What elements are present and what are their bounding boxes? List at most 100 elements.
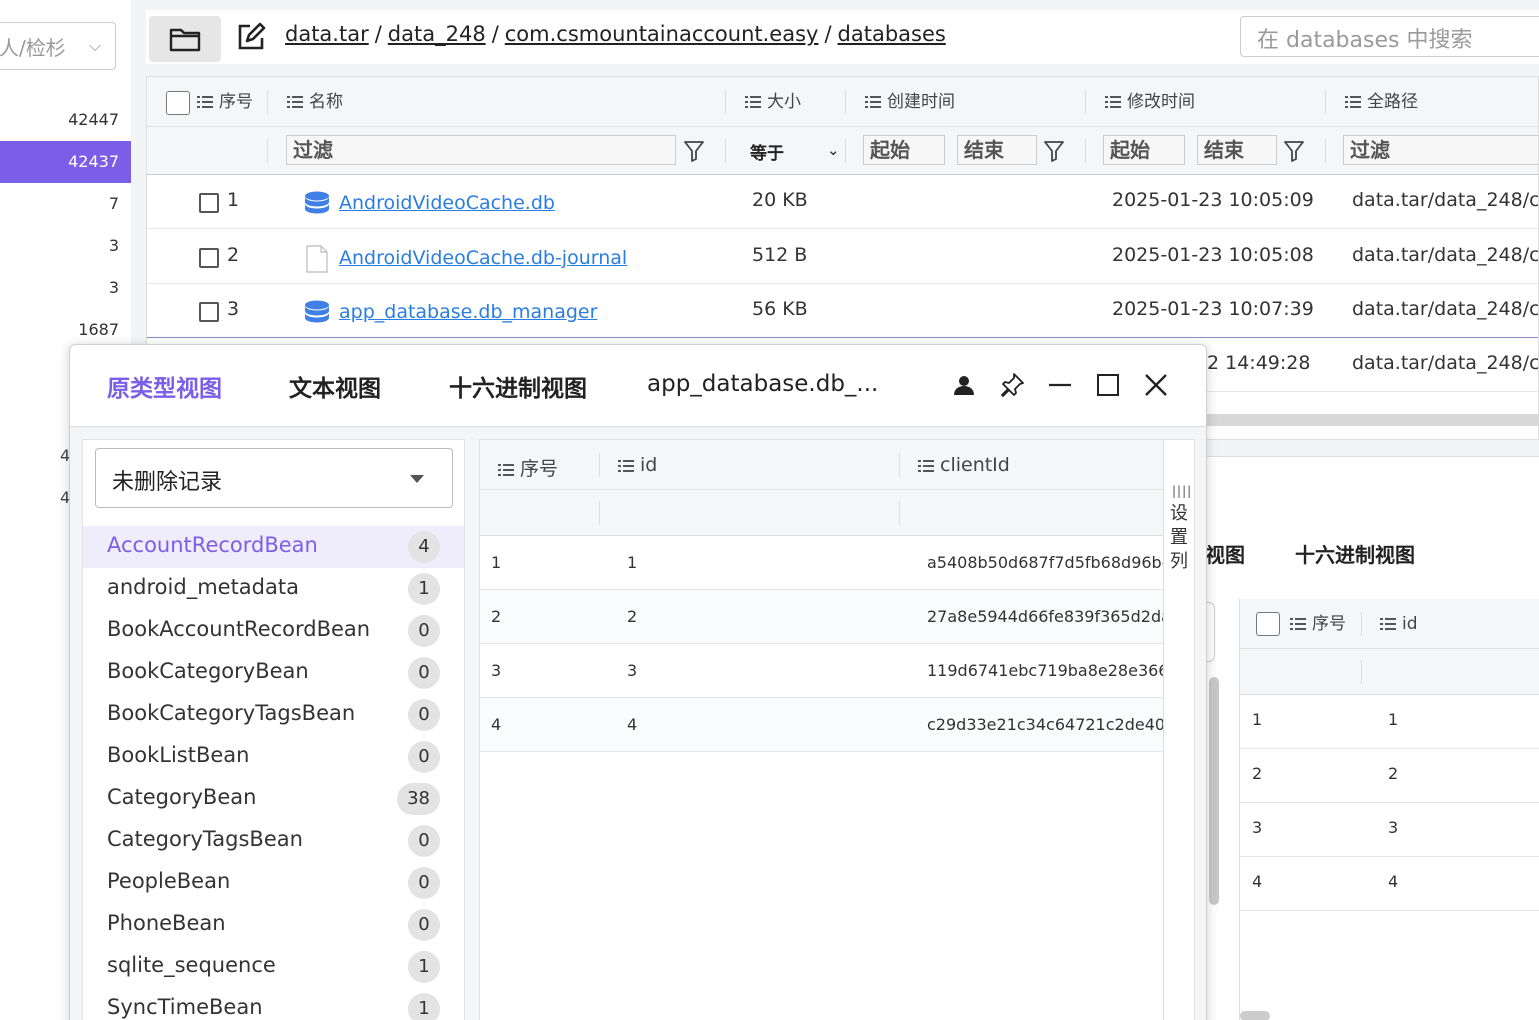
table-list-item[interactable]: CategoryTagsBean 0 (83, 820, 464, 862)
name-filter-input[interactable]: 过滤 (286, 135, 676, 165)
column-header-id[interactable]: id (618, 454, 657, 476)
table-list-item[interactable]: BookCategoryBean 0 (83, 652, 464, 694)
column-divider[interactable] (599, 453, 600, 477)
row-checkbox[interactable] (199, 246, 219, 268)
left-search-combo[interactable]: 人/检杉 ⌵ (0, 22, 116, 70)
table-name: sqlite_sequence (107, 953, 276, 977)
breadcrumb-item[interactable]: data_248 (388, 22, 486, 46)
column-header-created[interactable]: 创建时间 (865, 77, 955, 127)
row-index: 2 (227, 244, 240, 266)
column-header-index[interactable]: 序号 (1290, 599, 1346, 649)
select-all-checkbox[interactable] (166, 91, 190, 115)
column-settings-button[interactable]: |||| 设置列 (1163, 440, 1194, 1020)
table-list-item[interactable]: BookListBean 0 (83, 736, 464, 778)
list-icon (1345, 96, 1361, 108)
column-divider[interactable] (725, 90, 726, 114)
list-icon (618, 460, 634, 472)
column-header-index[interactable]: 序号 (498, 454, 558, 481)
search-input[interactable]: 在 databases 中搜索 (1240, 16, 1539, 57)
column-divider[interactable] (1361, 612, 1362, 636)
table-list-item[interactable]: CategoryBean 38 (83, 778, 464, 820)
table-list-item[interactable]: PhoneBean 0 (83, 904, 464, 946)
record-filter-dropdown[interactable]: 未删除记录 (95, 448, 453, 508)
table-list-item[interactable]: PeopleBean 0 (83, 862, 464, 904)
table-row[interactable]: 33 (1240, 803, 1539, 857)
tab-text-view[interactable]: 文本视图 (289, 369, 381, 403)
select-all-checkbox[interactable] (1256, 612, 1280, 636)
table-row-selected[interactable]: 3 app_database.db_manager 56 KB 2025-01-… (147, 284, 1538, 338)
user-icon[interactable] (950, 371, 978, 399)
pin-icon[interactable] (998, 371, 1026, 399)
breadcrumb-item[interactable]: com.csmountainaccount.easy (505, 22, 819, 46)
dropdown-selected-value: 未删除记录 (112, 470, 223, 495)
tab-hex-view[interactable]: 十六进制视图 (1295, 539, 1415, 568)
left-count-item-active[interactable]: 42437 (0, 141, 131, 183)
table-list-item[interactable]: sqlite_sequence 1 (83, 946, 464, 988)
file-name-link[interactable]: app_database.db_manager (339, 301, 597, 323)
left-count-item[interactable]: 3 (0, 267, 131, 309)
table-row[interactable]: 2 AndroidVideoCache.db-journal 512 B 202… (147, 230, 1538, 284)
column-header-index[interactable]: 序号 (197, 77, 253, 127)
row-index: 2 (1252, 764, 1263, 783)
column-header-path[interactable]: 全路径 (1345, 77, 1418, 127)
table-row[interactable]: 3 3 119d6741ebc719ba8e28e366 (480, 644, 1163, 698)
column-header-label: 序号 (219, 92, 253, 112)
row-client-id: a5408b50d687f7d5fb68d96bc (927, 553, 1163, 572)
close-icon[interactable] (1142, 371, 1170, 399)
table-row[interactable]: 44 (1240, 857, 1539, 911)
table-list-item[interactable]: BookCategoryTagsBean 0 (83, 694, 464, 736)
column-divider[interactable] (267, 90, 268, 114)
row-checkbox[interactable] (199, 191, 219, 213)
filter-icon[interactable] (1283, 139, 1305, 163)
modified-start-input[interactable]: 起始 (1103, 135, 1185, 165)
row-checkbox[interactable] (199, 300, 219, 322)
table-list-item[interactable]: BookAccountRecordBean 0 (83, 610, 464, 652)
table-list-item[interactable]: SyncTimeBean 1 (83, 988, 464, 1020)
table-row[interactable]: 1 AndroidVideoCache.db 20 KB 2025-01-23 … (147, 175, 1538, 229)
file-name-link[interactable]: AndroidVideoCache.db-journal (339, 247, 627, 269)
table-row[interactable]: 11 (1240, 695, 1539, 749)
table-row[interactable]: 4 4 c29d33e21c34c64721c2de405 (480, 698, 1163, 752)
column-header-id[interactable]: id (1380, 599, 1418, 649)
edit-path-button[interactable] (234, 20, 268, 54)
list-icon (498, 464, 514, 476)
table-row[interactable]: 2 2 27a8e5944d66fe839f365d2da (480, 590, 1163, 644)
column-header-client-id[interactable]: clientId (918, 454, 1010, 476)
path-filter-input[interactable]: 过滤 (1343, 135, 1538, 165)
modified-end-input[interactable]: 结束 (1197, 135, 1277, 165)
column-divider[interactable] (899, 453, 900, 477)
tab-text-view-partial[interactable]: 视图 (1205, 539, 1245, 568)
breadcrumb-item[interactable]: databases (838, 22, 946, 46)
filter-icon[interactable] (1043, 139, 1065, 163)
created-end-input[interactable]: 结束 (957, 135, 1037, 165)
column-divider[interactable] (1085, 90, 1086, 114)
record-count-badge: 38 (397, 783, 440, 815)
tab-hex-view[interactable]: 十六进制视图 (449, 369, 587, 403)
tab-native-view[interactable]: 原类型视图 (107, 369, 222, 403)
table-list-item-active[interactable]: AccountRecordBean 4 (83, 526, 464, 568)
maximize-icon[interactable] (1094, 371, 1122, 399)
filter-icon[interactable] (683, 139, 705, 163)
table-list-panel: 未删除记录 AccountRecordBean 4 android_metadat… (82, 439, 465, 1020)
minimize-icon[interactable] (1046, 371, 1074, 399)
table-row[interactable]: 1 1 a5408b50d687f7d5fb68d96bc (480, 536, 1163, 590)
vertical-scrollbar[interactable] (1209, 677, 1219, 905)
left-count-item[interactable]: 42447 (0, 99, 131, 141)
column-header-modified[interactable]: 修改时间 (1105, 77, 1195, 127)
left-count-item[interactable]: 3 (0, 225, 131, 267)
file-name-link[interactable]: AndroidVideoCache.db (339, 192, 555, 214)
column-header-size[interactable]: 大小 (745, 77, 801, 127)
horizontal-scrollbar[interactable] (1240, 1011, 1270, 1020)
left-count-item[interactable]: 7 (0, 183, 131, 225)
column-divider[interactable] (845, 90, 846, 114)
table-list-item[interactable]: android_metadata 1 (83, 568, 464, 610)
breadcrumb-separator: / (374, 22, 382, 46)
open-folder-button[interactable] (149, 16, 221, 62)
table-row[interactable]: 22 (1240, 749, 1539, 803)
column-header-name[interactable]: 名称 (287, 77, 343, 127)
column-divider[interactable] (1325, 90, 1326, 114)
size-operator-select[interactable]: 等于 (750, 139, 784, 164)
breadcrumb-item[interactable]: data.tar (285, 22, 369, 46)
created-start-input[interactable]: 起始 (863, 135, 945, 165)
chevron-down-icon[interactable]: ⌄ (827, 141, 840, 159)
